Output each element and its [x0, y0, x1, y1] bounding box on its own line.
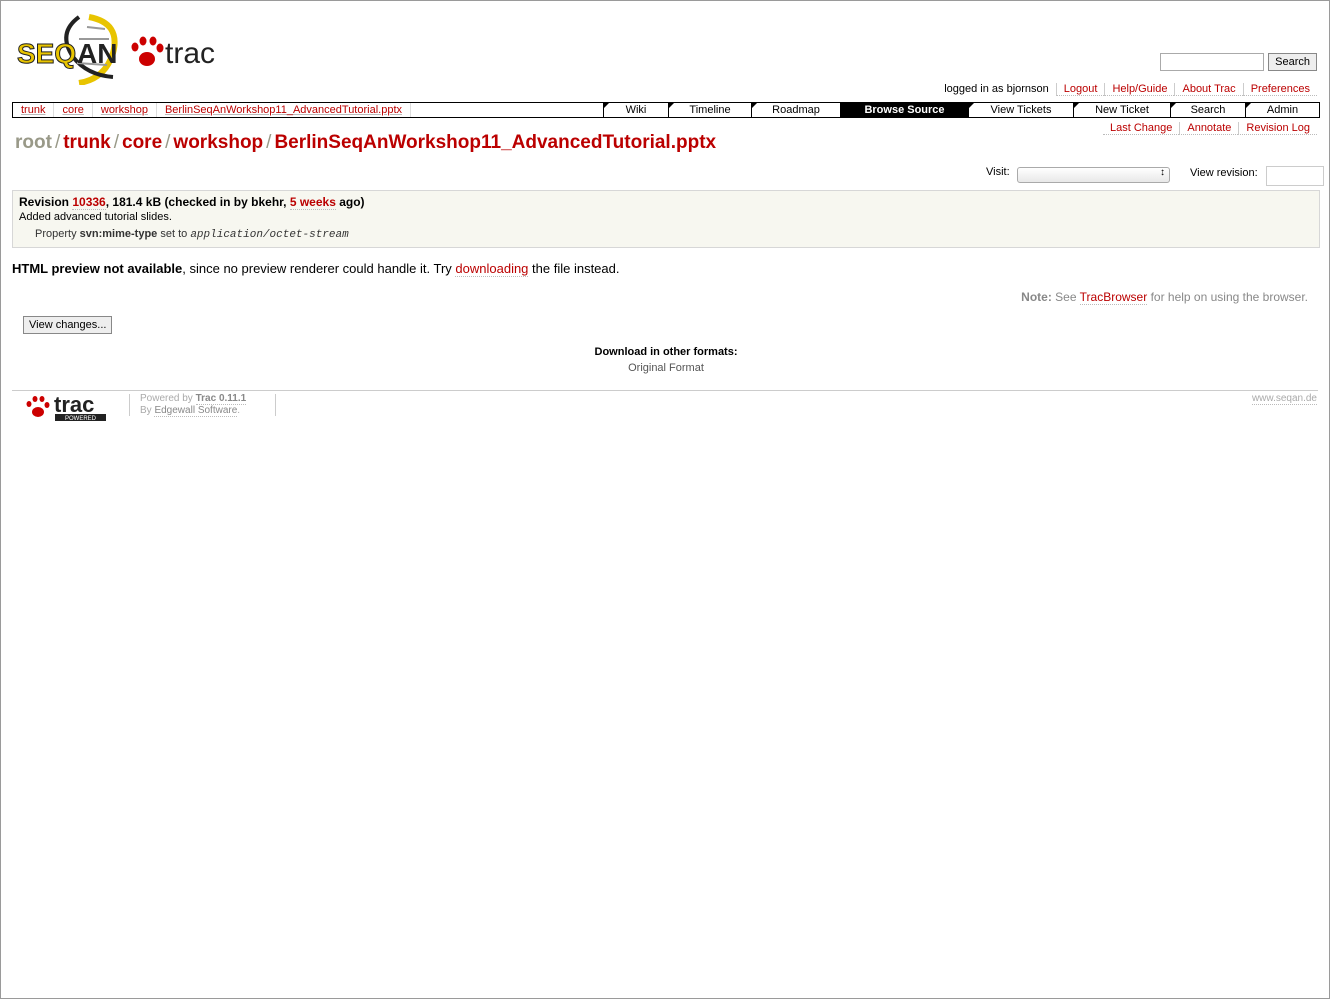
powered-by-label: Powered by — [140, 393, 196, 404]
tab-wiki[interactable]: Wiki — [603, 103, 668, 117]
revision-link[interactable]: 10336 — [72, 195, 106, 210]
footer-divider — [12, 390, 1318, 391]
path-separator: / — [266, 132, 272, 153]
visit-label: Visit: — [986, 166, 1010, 178]
revision-age-link[interactable]: 5 weeks — [289, 195, 336, 210]
visit-select[interactable] — [1017, 167, 1170, 183]
seqan-trac-logo[interactable]: SEQ AN trac — [17, 13, 229, 86]
edgewall-link[interactable]: Edgewall Software — [154, 405, 238, 417]
help-guide-link[interactable]: Help/Guide — [1104, 83, 1175, 96]
seqan-site-link[interactable]: www.seqan.de — [1251, 393, 1317, 405]
prop-prefix: Property — [35, 228, 80, 240]
trac-powered-logo[interactable]: trac POWERED — [25, 392, 109, 422]
view-revision-label: View revision: — [1190, 167, 1258, 179]
breadcrumb-trunk[interactable]: trunk — [13, 103, 55, 117]
revision-log-link[interactable]: Revision Log — [1238, 122, 1317, 135]
annotate-link[interactable]: Annotate — [1179, 122, 1239, 135]
svg-text:SEQ: SEQ — [17, 38, 76, 69]
footer-separator — [275, 394, 276, 416]
svg-text:trac: trac — [165, 37, 215, 70]
tracbrowser-link[interactable]: TracBrowser — [1079, 290, 1148, 305]
preview-end: the file instead. — [528, 261, 620, 276]
downloading-link[interactable]: downloading — [455, 261, 529, 277]
by-label: By — [140, 405, 155, 416]
download-formats: Original Format — [1, 362, 1330, 374]
tab-search[interactable]: Search — [1170, 103, 1245, 117]
logged-in-user: logged in as bjornson — [944, 83, 1049, 95]
powered-by: Powered by Trac 0.11.1 By Edgewall Softw… — [140, 393, 247, 417]
help-note: Note: See TracBrowser for help on using … — [1021, 290, 1308, 305]
paw-icon — [131, 36, 164, 66]
search-button[interactable]: Search — [1268, 53, 1317, 71]
navigation-bar: trunk core workshop BerlinSeqAnWorkshop1… — [12, 102, 1320, 118]
preview-message: HTML preview not available, since no pre… — [12, 261, 620, 277]
original-format-link[interactable]: Original Format — [628, 362, 704, 374]
path-separator: / — [54, 132, 61, 153]
trac-logo-text: trac — [54, 392, 94, 417]
revision-size: , 181.4 kB (checked in by bkehr, — [105, 195, 290, 209]
path-trunk[interactable]: trunk — [63, 132, 111, 153]
tab-view-tickets[interactable]: View Tickets — [968, 103, 1073, 117]
search-input[interactable] — [1160, 53, 1265, 71]
path-root[interactable]: root — [15, 132, 52, 153]
footer-separator — [129, 394, 130, 416]
note-post: for help on using the browser. — [1147, 290, 1308, 304]
note-pre: See — [1051, 290, 1080, 304]
breadcrumb-workshop[interactable]: workshop — [93, 103, 157, 117]
page-title-path: root / trunk / core / workshop / BerlinSeqAnWork… — [15, 132, 716, 154]
prop-name: svn:mime-type — [79, 228, 158, 240]
tab-new-ticket[interactable]: New Ticket — [1073, 103, 1170, 117]
period: . — [237, 405, 241, 416]
trac-logo-sub: POWERED — [65, 416, 97, 422]
property-change: Property svn:mime-type set to applicatio… — [35, 228, 349, 241]
path-separator: / — [165, 132, 171, 153]
path-separator: / — [113, 132, 119, 153]
preferences-link[interactable]: Preferences — [1242, 83, 1317, 96]
main-navigation: Wiki Timeline Roadmap Browse Source View… — [603, 103, 1319, 117]
breadcrumb-file[interactable]: BerlinSeqAnWorkshop11_AdvancedTutorial.p… — [157, 103, 412, 117]
trac-version-link[interactable]: Trac 0.11.1 — [195, 393, 247, 405]
revision-info-box: Revision 10336, 181.4 kB (checked in by … — [12, 190, 1320, 248]
tab-timeline[interactable]: Timeline — [668, 103, 751, 117]
revision-age-suffix: ago) — [335, 195, 365, 209]
path-workshop[interactable]: workshop — [173, 132, 263, 153]
prop-mid: set to — [157, 228, 191, 240]
view-revision-input[interactable] — [1266, 166, 1324, 186]
preview-bold: HTML preview not available — [12, 261, 183, 276]
commit-message: Added advanced tutorial slides. — [19, 211, 172, 223]
path-core[interactable]: core — [122, 132, 162, 153]
tab-roadmap[interactable]: Roadmap — [751, 103, 840, 117]
path-file[interactable]: BerlinSeqAnWorkshop11_AdvancedTutorial.p… — [274, 132, 716, 153]
svg-text:AN: AN — [77, 38, 117, 69]
context-navigation: Last Change Annotate Revision Log — [1102, 122, 1317, 135]
revision-prefix: Revision — [19, 195, 73, 209]
preview-middle: , since no preview renderer could handle… — [182, 261, 456, 276]
paw-icon — [26, 396, 50, 417]
tab-browse-source[interactable]: Browse Source — [840, 103, 968, 117]
logout-link[interactable]: Logout — [1055, 83, 1105, 96]
tab-admin[interactable]: Admin — [1245, 103, 1319, 117]
about-trac-link[interactable]: About Trac — [1174, 83, 1243, 96]
note-label: Note: — [1021, 290, 1052, 304]
download-formats-title: Download in other formats: — [594, 346, 738, 358]
search-form: Search — [1160, 53, 1317, 71]
last-change-link[interactable]: Last Change — [1102, 122, 1180, 135]
revision-line: Revision 10336, 181.4 kB (checked in by … — [19, 195, 365, 210]
prop-value: application/octet-stream — [190, 229, 349, 241]
site-link: www.seqan.de — [1251, 393, 1317, 405]
breadcrumb-core[interactable]: core — [54, 103, 93, 117]
meta-navigation: logged in as bjornson Logout Help/Guide … — [937, 83, 1317, 96]
breadcrumb: trunk core workshop BerlinSeqAnWorkshop1… — [13, 103, 603, 117]
view-changes-button[interactable]: View changes... — [23, 316, 113, 334]
